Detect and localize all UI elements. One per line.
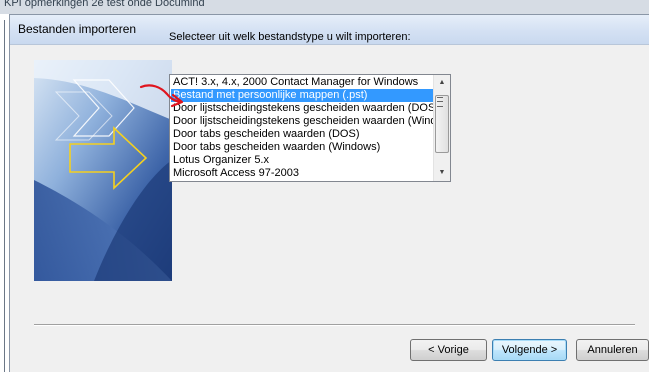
back-button[interactable]: < Vorige (410, 339, 487, 361)
dialog-title: Bestanden importeren (18, 22, 137, 36)
background-window-strip: KPI opmerkingen 2e test onde Documind (0, 0, 649, 14)
file-type-item[interactable]: Door tabs gescheiden waarden (Windows) (171, 141, 434, 154)
file-type-item[interactable]: Door lijstscheidingstekens gescheiden wa… (171, 115, 434, 128)
file-type-item-selected[interactable]: Bestand met persoonlijke mappen (.pst) (171, 89, 434, 102)
scrollbar-grip-icon (437, 97, 443, 107)
background-window-caption: KPI opmerkingen 2e test onde Documind (4, 0, 205, 9)
scroll-up-arrow-icon[interactable]: ▲ (434, 75, 450, 91)
file-type-listbox[interactable]: ACT! 3.x, 4.x, 2000 Contact Manager for … (169, 74, 451, 182)
file-type-item[interactable]: Door tabs gescheiden waarden (DOS) (171, 128, 434, 141)
cancel-button[interactable]: Annuleren (576, 339, 649, 361)
screen: KPI opmerkingen 2e test onde Documind Be… (0, 0, 649, 372)
red-annotation-arrow-icon (139, 84, 184, 108)
file-type-item[interactable]: Door lijstscheidingstekens gescheiden wa… (171, 102, 434, 115)
file-type-item[interactable]: Lotus Organizer 5.x (171, 154, 434, 167)
dialog-separator (34, 324, 635, 326)
background-window-edge (4, 20, 5, 372)
file-type-list: ACT! 3.x, 4.x, 2000 Contact Manager for … (171, 76, 434, 180)
import-dialog: Bestanden importeren Selecteer uit welk … (9, 14, 649, 372)
file-type-prompt-text: Selecteer uit welk bestandstype u wilt i… (169, 31, 411, 43)
scroll-down-arrow-icon[interactable]: ▼ (434, 165, 450, 181)
listbox-scrollbar[interactable]: ▲ ▼ (433, 75, 450, 181)
file-type-prompt: Selecteer uit welk bestandstype u wilt i… (169, 31, 411, 43)
next-button[interactable]: Volgende > (492, 339, 567, 361)
file-type-item[interactable]: ACT! 3.x, 4.x, 2000 Contact Manager for … (171, 76, 434, 89)
file-type-item[interactable]: Microsoft Access 97-2003 (171, 167, 434, 180)
